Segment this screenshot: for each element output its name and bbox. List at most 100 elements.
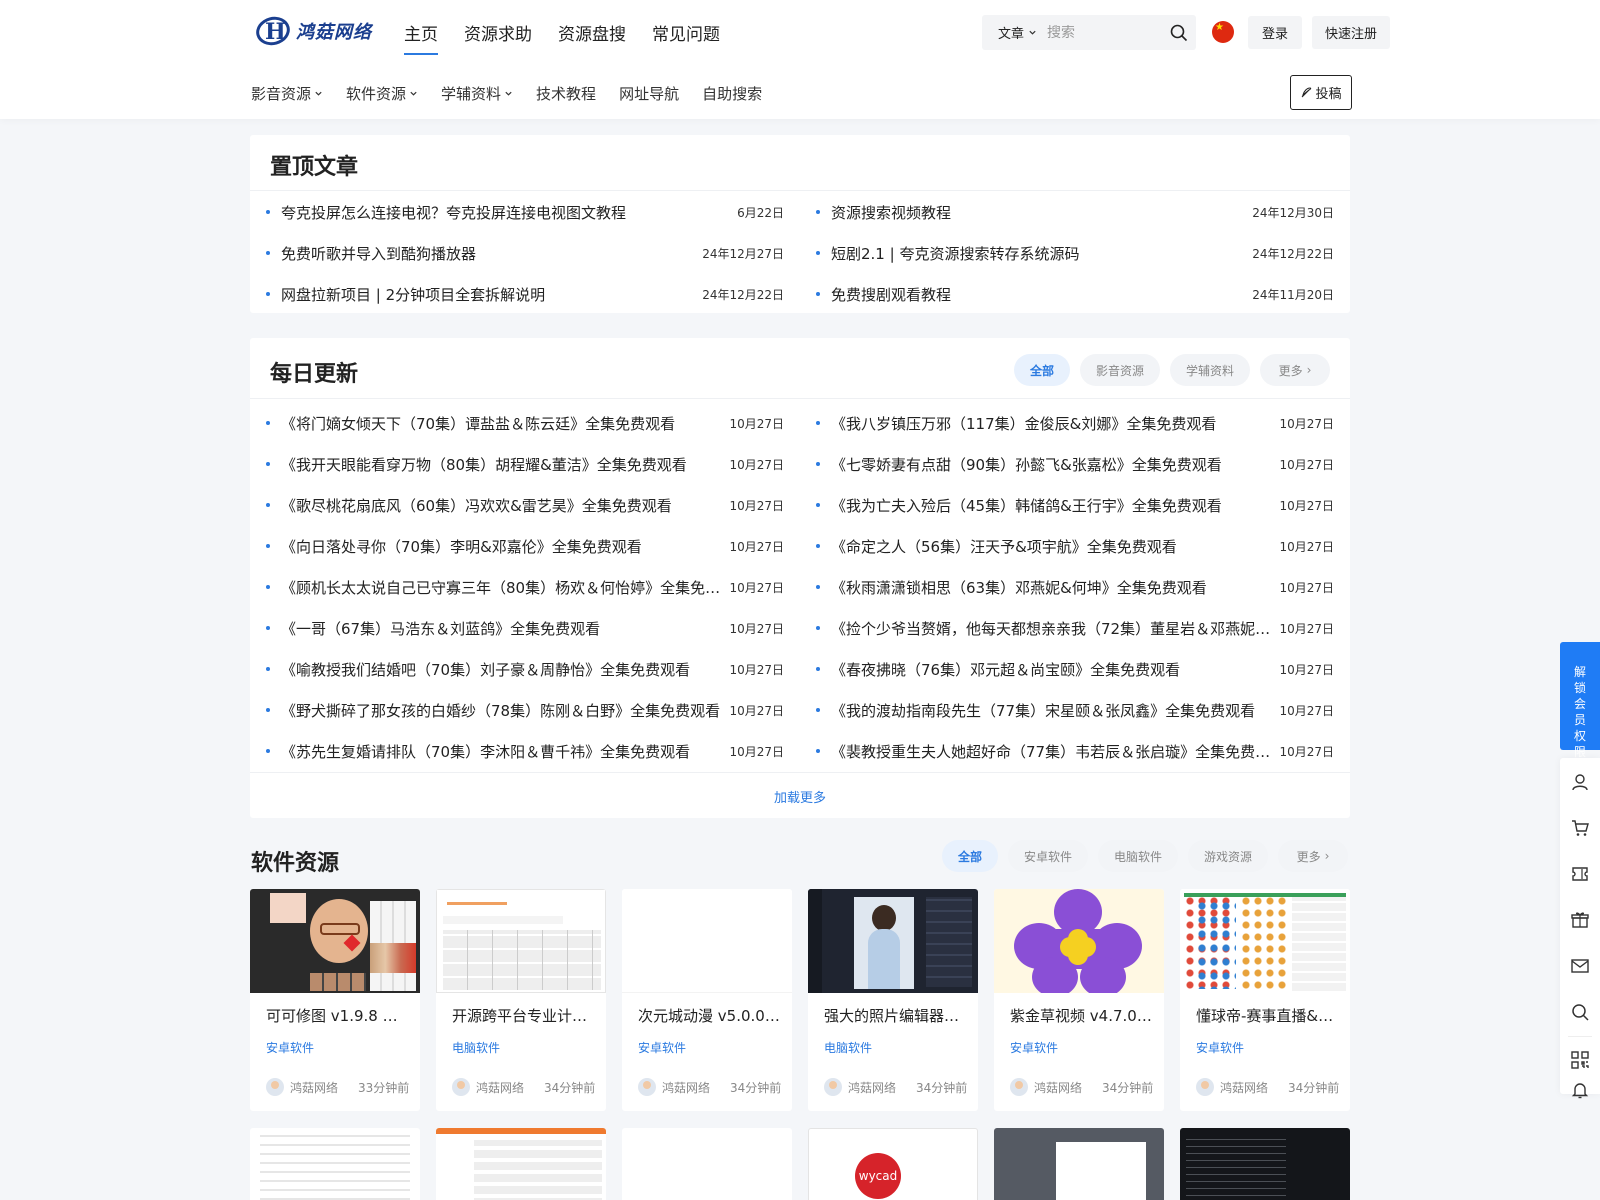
qr-code-icon[interactable]	[1570, 1050, 1590, 1070]
nav-home[interactable]: 主页	[404, 20, 438, 55]
card-author[interactable]: 鸿菇网络	[290, 1079, 338, 1096]
card-title[interactable]: 懂球帝-赛事直播&足球资讯	[1196, 1005, 1341, 1026]
list-item-title[interactable]: 《春夜拂晓（76集）邓元超＆尚宝颐》全集免费观看	[831, 659, 1180, 680]
list-item-title[interactable]: 资源搜索视频教程	[831, 202, 951, 223]
subnav-self-search[interactable]: 自助搜索	[702, 83, 762, 104]
list-item-title[interactable]: 《我的渡劫指南段先生（77集）宋星颐＆张凤鑫》全集免费观看	[831, 700, 1255, 721]
subnav-software[interactable]: 软件资源	[346, 83, 418, 104]
card-category[interactable]: 安卓软件	[1196, 1039, 1244, 1056]
list-item[interactable]: 《七零娇妻有点甜（90集）孙懿飞&张嘉松》全集免费观看 10月27日	[816, 453, 1334, 475]
list-item[interactable]: 《向日落处寻你（70集）李明&邓嘉伦》全集免费观看 10月27日	[266, 535, 784, 557]
list-item[interactable]: 《将门嫡女倾天下（70集）谭盐盐＆陈云廷》全集免费观看 10月27日	[266, 412, 784, 434]
list-item[interactable]: 《命定之人（56集）汪天予&项宇航》全集免费观看 10月27日	[816, 535, 1334, 557]
card-category[interactable]: 安卓软件	[1010, 1039, 1058, 1056]
list-item-title[interactable]: 《将门嫡女倾天下（70集）谭盐盐＆陈云廷》全集免费观看	[281, 413, 675, 434]
register-button[interactable]: 快速注册	[1312, 16, 1390, 49]
list-item[interactable]: 《野犬撕碎了那女孩的白婚纱（78集）陈刚＆白野》全集免费观看 10月27日	[266, 699, 784, 721]
list-item[interactable]: 《顾机长太太说自己已守寡三年（80集）杨欢＆何怡婷》全集免费观看 10月27日	[266, 576, 784, 598]
list-item-title[interactable]: 《我开天眼能看穿万物（80集）胡程耀&董洁》全集免费观看	[281, 454, 687, 475]
site-logo[interactable]: H 鸿菇网络	[252, 13, 372, 49]
list-item-title[interactable]: 免费搜剧观看教程	[831, 284, 951, 305]
list-item-title[interactable]: 《野犬撕碎了那女孩的白婚纱（78集）陈刚＆白野》全集免费观看	[281, 700, 720, 721]
ticket-icon[interactable]	[1570, 864, 1590, 884]
card-author[interactable]: 鸿菇网络	[1034, 1079, 1082, 1096]
search-icon[interactable]	[1169, 23, 1189, 43]
software-card[interactable]: 可可修图 v1.9.8 专业版 安卓软件 鸿菇网络 33分钟前	[250, 889, 420, 1111]
software-card[interactable]: 开源跨平台专业计算器 电脑软件 鸿菇网络 34分钟前	[436, 889, 606, 1111]
mail-icon[interactable]	[1570, 956, 1590, 976]
tab-study[interactable]: 学辅资料	[1170, 354, 1250, 386]
list-item-title[interactable]: 网盘拉新项目 | 2分钟项目全套拆解说明	[281, 284, 545, 305]
list-item-title[interactable]: 《顾机长太太说自己已守寡三年（80集）杨欢＆何怡婷》全集免费观看	[281, 577, 723, 598]
subnav-media[interactable]: 影音资源	[251, 83, 323, 104]
list-item[interactable]: 免费听歌并导入到酷狗播放器 24年12月27日	[266, 242, 784, 264]
list-item-title[interactable]: 《喻教授我们结婚吧（70集）刘子豪＆周静怡》全集免费观看	[281, 659, 690, 680]
list-item-title[interactable]: 《苏先生复婚请排队（70集）李沐阳＆曹千祎》全集免费观看	[281, 741, 690, 762]
card-category[interactable]: 安卓软件	[266, 1039, 314, 1056]
nav-faq[interactable]: 常见问题	[652, 20, 720, 55]
nav-resource-request[interactable]: 资源求助	[464, 20, 532, 55]
list-item[interactable]: 夸克投屏怎么连接电视？夸克投屏连接电视图文教程 6月22日	[266, 201, 784, 223]
list-item[interactable]: 《裴教授重生夫人她超好命（77集）韦若辰＆张启璇》全集免费观看 10月27日	[816, 740, 1334, 762]
list-item-title[interactable]: 《歌尽桃花扇底风（60集）冯欢欢&雷艺昊》全集免费观看	[281, 495, 672, 516]
list-item-title[interactable]: 《裴教授重生夫人她超好命（77集）韦若辰＆张启璇》全集免费观看	[831, 741, 1273, 762]
list-item-title[interactable]: 《向日落处寻你（70集）李明&邓嘉伦》全集免费观看	[281, 536, 642, 557]
card-category[interactable]: 电脑软件	[824, 1039, 872, 1056]
card-author[interactable]: 鸿菇网络	[476, 1079, 524, 1096]
software-card[interactable]: 强大的照片编辑器工具 电脑软件 鸿菇网络 34分钟前	[808, 889, 978, 1111]
user-icon[interactable]	[1570, 772, 1590, 792]
login-button[interactable]: 登录	[1248, 16, 1302, 49]
list-item[interactable]: 《一哥（67集）马浩东＆刘蓝鸽》全集免费观看 10月27日	[266, 617, 784, 639]
tab-all[interactable]: 全部	[1014, 354, 1070, 386]
list-item-title[interactable]: 短剧2.1 | 夸克资源搜索转存系统源码	[831, 243, 1079, 264]
list-item[interactable]: 资源搜索视频教程 24年12月30日	[816, 201, 1334, 223]
card-title[interactable]: 次元城动漫 v5.0.0 纯净版	[638, 1005, 783, 1026]
list-item[interactable]: 《苏先生复婚请排队（70集）李沐阳＆曹千祎》全集免费观看 10月27日	[266, 740, 784, 762]
software-card[interactable]: 次元城动漫 v5.0.0 纯净版 安卓软件 鸿菇网络 34分钟前	[622, 889, 792, 1111]
software-card-partial[interactable]	[436, 1128, 606, 1200]
nav-disk-search[interactable]: 资源盘搜	[558, 20, 626, 55]
tab-pc[interactable]: 电脑软件	[1098, 840, 1178, 872]
list-item-title[interactable]: 《一哥（67集）马浩东＆刘蓝鸽》全集免费观看	[281, 618, 600, 639]
list-item[interactable]: 短剧2.1 | 夸克资源搜索转存系统源码 24年12月22日	[816, 242, 1334, 264]
list-item-title[interactable]: 免费听歌并导入到酷狗播放器	[281, 243, 476, 264]
subnav-tutorials[interactable]: 技术教程	[536, 83, 596, 104]
list-item[interactable]: 《喻教授我们结婚吧（70集）刘子豪＆周静怡》全集免费观看 10月27日	[266, 658, 784, 680]
card-title[interactable]: 开源跨平台专业计算器	[452, 1005, 597, 1026]
software-card-partial[interactable]	[994, 1128, 1164, 1200]
card-author[interactable]: 鸿菇网络	[1220, 1079, 1268, 1096]
software-card-partial[interactable]	[250, 1128, 420, 1200]
list-item-title[interactable]: 《命定之人（56集）汪天予&项宇航》全集免费观看	[831, 536, 1177, 557]
card-title[interactable]: 强大的照片编辑器工具	[824, 1005, 969, 1026]
tab-all[interactable]: 全部	[942, 840, 998, 872]
software-card-partial[interactable]: wycad	[808, 1128, 978, 1200]
card-title[interactable]: 紫金草视频 v4.7.0 去广告版	[1010, 1005, 1155, 1026]
list-item[interactable]: 《我为亡夫入殓后（45集）韩储鸽&王行宇》全集免费观看 10月27日	[816, 494, 1334, 516]
card-category[interactable]: 安卓软件	[638, 1039, 686, 1056]
search-type-select[interactable]: 文章	[982, 23, 1047, 42]
subnav-url-nav[interactable]: 网址导航	[619, 83, 679, 104]
list-item[interactable]: 《我八岁镇压万邪（117集）金俊辰&刘娜》全集免费观看 10月27日	[816, 412, 1334, 434]
list-item[interactable]: 《我开天眼能看穿万物（80集）胡程耀&董洁》全集免费观看 10月27日	[266, 453, 784, 475]
list-item-title[interactable]: 《秋雨潇潇锁相思（63集）邓燕妮&何坤》全集免费观看	[831, 577, 1207, 598]
list-item[interactable]: 《捡个少爷当赘婿，他每天都想亲亲我（72集）董星岩＆邓燕妮》全集免费观看 10月2…	[816, 617, 1334, 639]
list-item[interactable]: 免费搜剧观看教程 24年11月20日	[816, 283, 1334, 305]
load-more-button[interactable]: 加载更多	[250, 787, 1350, 806]
list-item[interactable]: 《我的渡劫指南段先生（77集）宋星颐＆张凤鑫》全集免费观看 10月27日	[816, 699, 1334, 721]
card-category[interactable]: 电脑软件	[452, 1039, 500, 1056]
cart-icon[interactable]	[1570, 818, 1590, 838]
list-item-title[interactable]: 《我八岁镇压万邪（117集）金俊辰&刘娜》全集免费观看	[831, 413, 1216, 434]
card-title[interactable]: 可可修图 v1.9.8 专业版	[266, 1005, 411, 1026]
subnav-study[interactable]: 学辅资料	[441, 83, 513, 104]
software-card-partial[interactable]	[622, 1128, 792, 1200]
list-item-title[interactable]: 《七零娇妻有点甜（90集）孙懿飞&张嘉松》全集免费观看	[831, 454, 1222, 475]
software-card-partial[interactable]	[1180, 1128, 1350, 1200]
tab-more[interactable]: 更多 ›	[1260, 354, 1330, 386]
tab-media[interactable]: 影音资源	[1080, 354, 1160, 386]
list-item[interactable]: 《歌尽桃花扇底风（60集）冯欢欢&雷艺昊》全集免费观看 10月27日	[266, 494, 784, 516]
card-author[interactable]: 鸿菇网络	[848, 1079, 896, 1096]
search-icon[interactable]	[1570, 1002, 1590, 1022]
search-input[interactable]	[1047, 24, 1166, 41]
list-item[interactable]: 《春夜拂晓（76集）邓元超＆尚宝颐》全集免费观看 10月27日	[816, 658, 1334, 680]
software-card[interactable]: 懂球帝-赛事直播&足球资讯 安卓软件 鸿菇网络 34分钟前	[1180, 889, 1350, 1111]
